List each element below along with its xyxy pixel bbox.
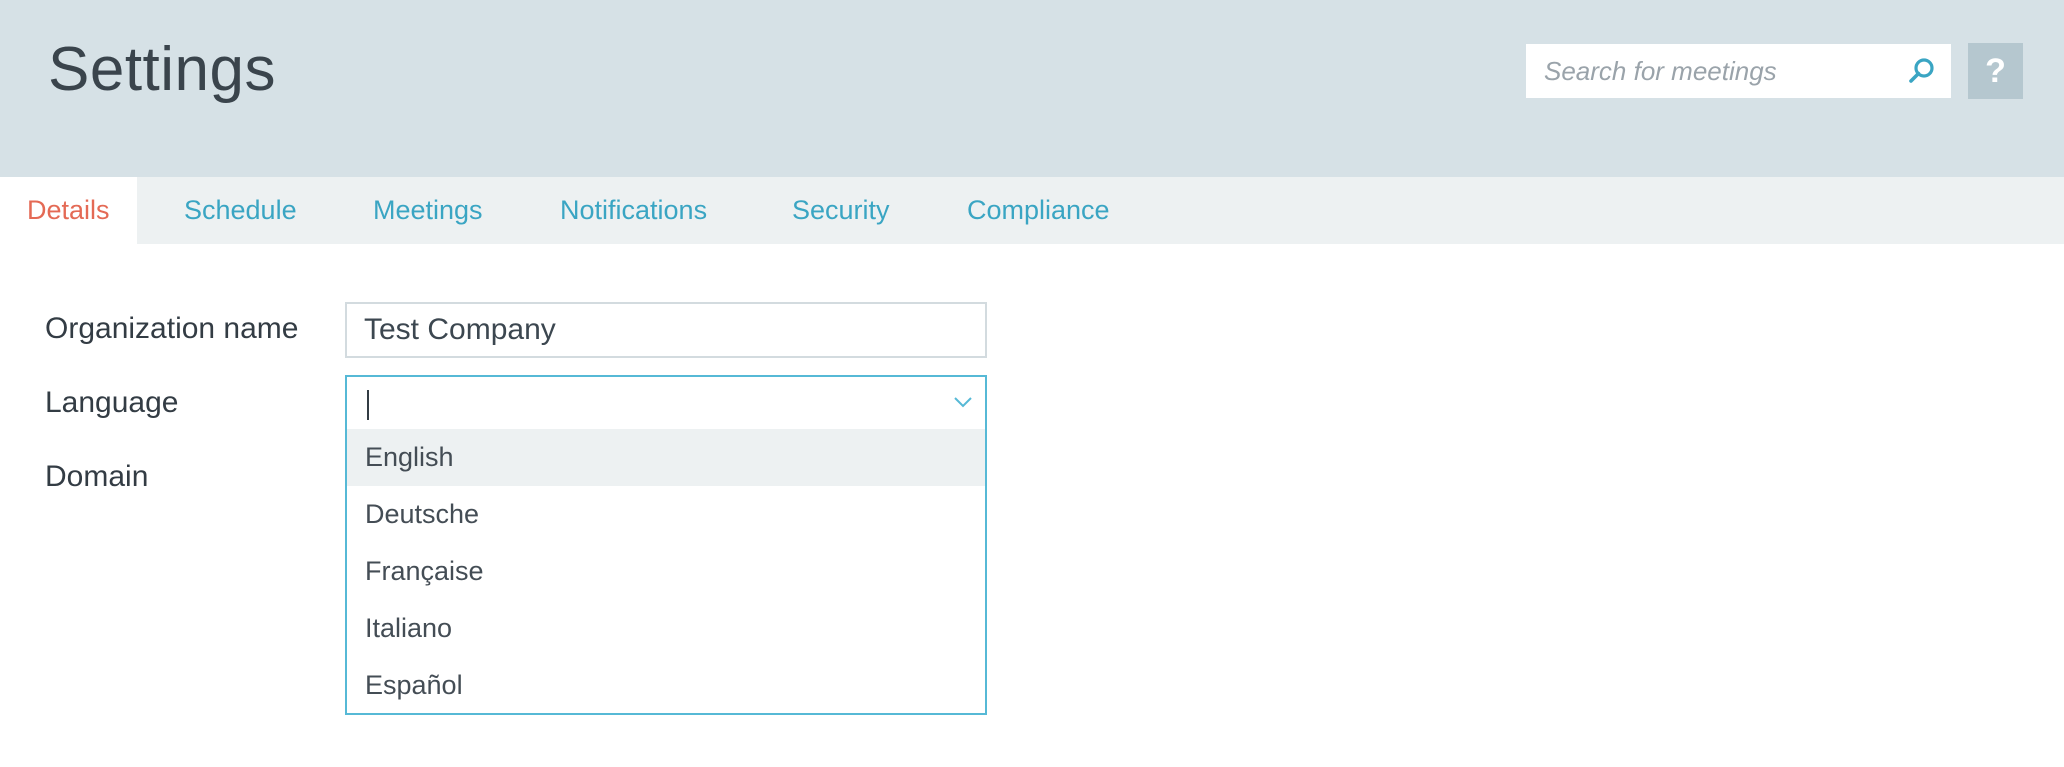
text-cursor (367, 390, 369, 420)
help-button[interactable]: ? (1968, 43, 2023, 99)
tab-meetings[interactable]: Meetings (373, 177, 483, 244)
tab-compliance[interactable]: Compliance (967, 177, 1110, 244)
organization-name-label: Organization name (45, 312, 299, 345)
page-title: Settings (48, 35, 277, 104)
tab-security[interactable]: Security (792, 177, 890, 244)
language-label: Language (45, 386, 179, 419)
search-input[interactable] (1526, 44, 1896, 98)
language-option-english[interactable]: English (347, 429, 985, 486)
tab-bar: Details Schedule Meetings Notifications … (0, 177, 2064, 244)
search-icon[interactable] (1907, 56, 1937, 86)
organization-name-field[interactable]: Test Company (345, 302, 987, 358)
language-select[interactable]: English Deutsche Française Italiano Espa… (345, 375, 987, 715)
language-input[interactable] (347, 377, 985, 429)
language-option-francaise[interactable]: Française (347, 543, 985, 600)
search-box[interactable] (1525, 43, 1952, 99)
tab-details[interactable]: Details (0, 177, 137, 244)
language-option-deutsche[interactable]: Deutsche (347, 486, 985, 543)
language-option-espanol[interactable]: Español (347, 657, 985, 714)
page-header: Settings ? (0, 0, 2064, 177)
chevron-down-icon[interactable] (953, 395, 973, 409)
language-option-italiano[interactable]: Italiano (347, 600, 985, 657)
domain-label: Domain (45, 460, 149, 493)
tab-schedule[interactable]: Schedule (184, 177, 297, 244)
tab-notifications[interactable]: Notifications (560, 177, 707, 244)
language-options-list: English Deutsche Française Italiano Espa… (347, 429, 985, 714)
